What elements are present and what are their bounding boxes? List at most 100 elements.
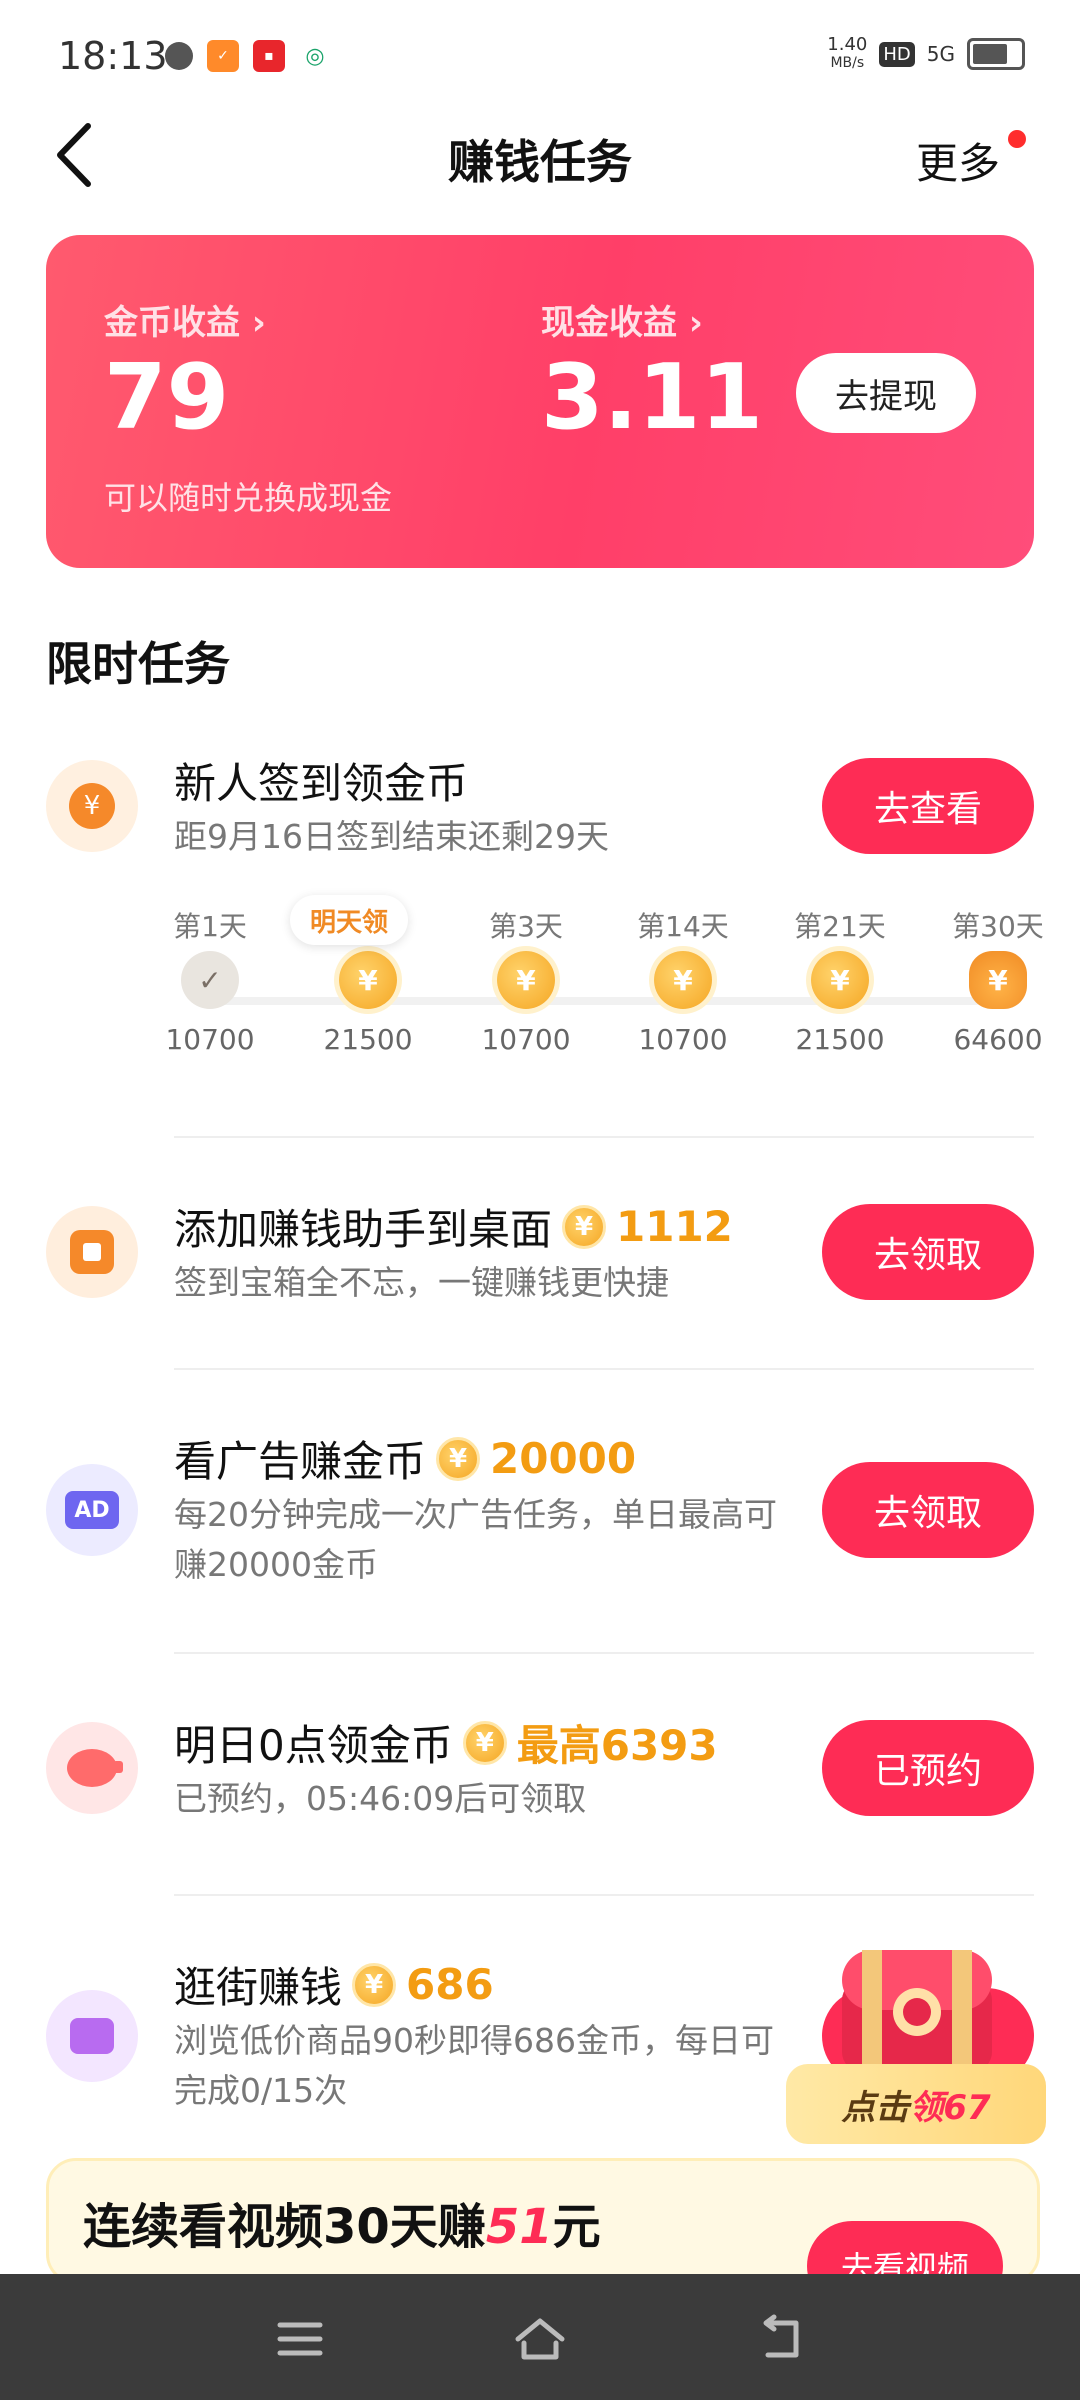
back-nav-button[interactable] — [740, 2304, 820, 2374]
notification-dot — [1008, 130, 1026, 148]
menu-icon — [277, 2322, 323, 2356]
home-button[interactable] — [500, 2304, 580, 2374]
checkin-day: ¥ 21500 明天领 — [290, 895, 438, 1056]
coin-yuan-icon: ¥ — [46, 760, 138, 852]
net-speed-value: 1.40 — [827, 34, 868, 55]
desktop-square-icon — [46, 1206, 138, 1298]
coin-exchange-hint: 可以随时兑换成现金 — [104, 479, 393, 517]
battery-icon — [967, 38, 1025, 70]
day-label: 第21天 — [794, 910, 886, 943]
badge-highlight: 领67 — [909, 2087, 991, 2128]
app-red-icon: ▪ — [253, 40, 285, 72]
task-title-text: 逛街赚钱 — [174, 1963, 343, 2012]
section-title: 限时任务 — [46, 637, 230, 691]
signal-5g-icon: 5G — [926, 42, 955, 66]
day-amount: 10700 — [638, 1023, 728, 1056]
cash-earnings-value: 3.11 — [541, 345, 764, 450]
coin-yuan-icon: ¥ — [497, 951, 555, 1009]
return-icon — [763, 2314, 799, 2358]
video-streak-banner: 连续看视频30天赚51元 去看视频 — [46, 2158, 1040, 2284]
more-button[interactable]: 更多 — [916, 130, 1000, 191]
coin-earnings-link[interactable]: 金币收益 › — [104, 295, 266, 344]
checkin-day: 第1天 ✓ 10700 — [140, 905, 280, 1056]
menu-button[interactable] — [260, 2304, 340, 2374]
task-title: 明日0点领金币 ¥ 最高6393 — [174, 1712, 718, 1773]
hd-icon: HD — [879, 41, 915, 67]
task-title-text: 新人签到领金币 — [174, 759, 469, 808]
task-desc: 每20分钟完成一次广告任务，单日最高可赚20000金币 — [174, 1495, 777, 1584]
claim-reward-badge[interactable]: 点击 领67 — [786, 2064, 1046, 2144]
reward-amount: 1112 — [616, 1202, 733, 1251]
day-amount: 10700 — [165, 1023, 255, 1056]
checkin-day: 第30天 ¥ 64600 — [928, 905, 1068, 1056]
message-icon — [165, 42, 193, 70]
coin-yuan-icon: ¥ — [352, 1962, 397, 2007]
divider — [174, 1652, 1034, 1654]
home-icon — [515, 2318, 565, 2360]
task-title-text: 明日0点领金币 — [174, 1721, 453, 1770]
ad-icon: AD — [46, 1464, 138, 1556]
reserved-button[interactable]: 已预约 — [822, 1720, 1034, 1816]
app-orange-icon: ✓ — [207, 40, 239, 72]
notification-icons: ✓ ▪ ◎ — [165, 40, 331, 72]
coin-yuan-icon: ¥ — [654, 951, 712, 1009]
day-amount: 10700 — [481, 1023, 571, 1056]
coin-earnings-label: 金币收益 — [104, 303, 240, 343]
badge-prefix: 点击 — [841, 2087, 910, 2128]
task-title: 新人签到领金币 — [174, 750, 468, 811]
day-label: 第3天 — [489, 910, 563, 943]
task-title-text: 看广告赚金币 — [174, 1437, 427, 1486]
earnings-card: 金币收益 › 79 可以随时兑换成现金 现金收益 › 3.11 去提现 — [46, 235, 1034, 568]
day-amount: 64600 — [953, 1023, 1043, 1056]
day-amount: 21500 — [323, 1023, 413, 1056]
divider — [174, 1136, 1034, 1138]
reward-amount: 20000 — [490, 1434, 637, 1483]
coin-yuan-icon: ¥ — [436, 1436, 481, 1481]
cash-earnings-label: 现金收益 — [541, 303, 677, 343]
net-speed-unit: MB/s — [830, 55, 865, 71]
task-desc: 浏览低价商品90秒即得686金币，每日可完成0/15次 — [174, 2021, 774, 2110]
task-desc: 签到宝箱全不忘，一键赚钱更快捷 — [174, 1263, 669, 1302]
task-title: 看广告赚金币 ¥ 20000 — [174, 1428, 636, 1489]
checkin-day: 第14天 ¥ 10700 — [613, 905, 753, 1056]
banner-prefix: 连续看视频30天赚 — [83, 2199, 486, 2255]
reward-amount: 最高6393 — [516, 1721, 718, 1770]
claim-button[interactable]: 去领取 — [822, 1204, 1034, 1300]
chevron-right-icon: › — [251, 303, 266, 343]
task-title: 逛街赚钱 ¥ 686 — [174, 1954, 494, 2015]
check-icon: ✓ — [181, 951, 239, 1009]
piggy-bank-icon — [46, 1722, 138, 1814]
checkin-days: 第1天 ✓ 10700 ¥ 21500 明天领 第3天 ¥ 10700 第14天… — [140, 895, 1060, 1085]
tomorrow-badge: 明天领 — [290, 895, 408, 945]
view-checkin-button[interactable]: 去查看 — [822, 758, 1034, 854]
banner-number: 51 — [485, 2199, 553, 2255]
task-desc: 距9月16日签到结束还剩29天 — [174, 817, 609, 856]
shop-icon — [46, 1990, 138, 2082]
task-title-text: 添加赚钱助手到桌面 — [174, 1205, 553, 1254]
coin-yuan-icon: ¥ — [339, 951, 397, 1009]
task-title: 添加赚钱助手到桌面 ¥ 1112 — [174, 1196, 733, 1257]
checkin-day: 第3天 ¥ 10700 — [456, 905, 596, 1056]
day-amount: 21500 — [795, 1023, 885, 1056]
coin-yuan-icon: ¥ — [462, 1720, 507, 1765]
day-label: 第1天 — [173, 910, 247, 943]
cash-earnings-link[interactable]: 现金收益 › — [541, 295, 703, 344]
day-label: 第30天 — [952, 910, 1044, 943]
system-nav-bar — [0, 2274, 1080, 2400]
status-bar: 18:13 ✓ ▪ ◎ 1.40 MB/s HD 5G — [0, 0, 1080, 120]
coin-yuan-icon: ¥ — [562, 1204, 607, 1249]
divider — [174, 1368, 1034, 1370]
status-time: 18:13 — [58, 34, 168, 78]
banner-suffix: 元 — [552, 2199, 601, 2255]
status-right: 1.40 MB/s HD 5G — [827, 36, 1025, 72]
divider — [174, 1894, 1034, 1896]
withdraw-button[interactable]: 去提现 — [796, 353, 976, 433]
claim-button[interactable]: 去领取 — [822, 1462, 1034, 1558]
task-desc: 已预约，05:46:09后可领取 — [174, 1779, 587, 1818]
top-nav: 赚钱任务 更多 — [0, 120, 1080, 200]
network-icon: ◎ — [305, 43, 325, 69]
checkin-day: 第21天 ¥ 21500 — [770, 905, 910, 1056]
coin-yuan-icon: ¥ — [811, 951, 869, 1009]
coin-earnings-value: 79 — [104, 345, 230, 450]
treasure-chest-icon[interactable] — [822, 1930, 1012, 2080]
